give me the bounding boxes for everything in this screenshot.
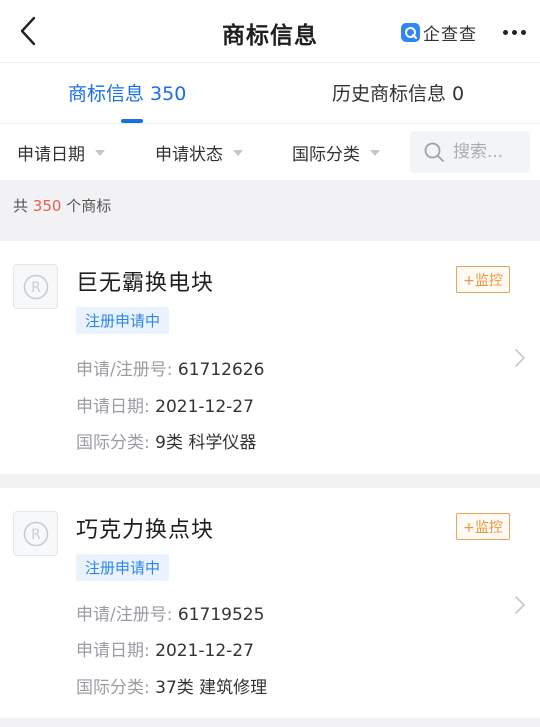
registered-mark-icon: R	[23, 521, 48, 546]
monitor-button[interactable]: +监控	[456, 266, 510, 293]
trademark-card[interactable]: R 巨无霸换电块 +监控 注册申请中 申请/注册号: 61712626 申请日期…	[0, 241, 540, 474]
brand-logo: 企查查	[401, 19, 477, 45]
search-box[interactable]	[410, 131, 530, 173]
intl-class-value: 9类 科学仪器	[155, 433, 257, 453]
trademark-logo: R	[13, 264, 58, 309]
qichacha-logo-icon	[401, 22, 420, 42]
svg-text:R: R	[31, 280, 41, 296]
status-badge: 注册申请中	[76, 307, 170, 334]
apply-date-row: 申请日期: 2021-12-27	[76, 397, 254, 417]
intl-class-row: 国际分类: 37类 建筑修理	[76, 678, 268, 698]
trademark-info-page: 商标信息 企查查 商标信息 350 历史商标信息 0 申请日期 申请状态 国际分…	[0, 0, 540, 727]
more-horizontal-icon	[502, 29, 508, 35]
top-nav-bar: 商标信息 企查查	[0, 0, 540, 62]
apply-date-value: 2021-12-27	[155, 641, 254, 661]
trademark-card[interactable]: R 巧克力换点块 +监控 注册申请中 申请/注册号: 61719525 申请日期…	[0, 488, 540, 718]
status-badge: 注册申请中	[76, 554, 170, 581]
trademark-name: 巧克力换点块	[76, 518, 215, 543]
reg-no-row: 申请/注册号: 61712626	[76, 360, 265, 380]
search-input[interactable]	[453, 142, 525, 162]
tab-bar: 商标信息 350 历史商标信息 0	[0, 62, 540, 124]
apply-date-value: 2021-12-27	[155, 397, 254, 417]
result-count: 共 350 个商标	[13, 197, 112, 215]
intl-class-value: 37类 建筑修理	[155, 678, 268, 698]
brand-name: 企查查	[423, 24, 477, 45]
chevron-right-icon	[515, 349, 525, 367]
filter-intl-class[interactable]: 国际分类	[292, 140, 380, 165]
apply-date-row: 申请日期: 2021-12-27	[76, 641, 254, 661]
tab-trademark-info[interactable]: 商标信息 350	[68, 79, 186, 106]
chevron-right-icon	[515, 596, 525, 614]
filter-apply-date[interactable]: 申请日期	[17, 140, 105, 165]
caret-down-icon	[95, 149, 105, 156]
trademark-count: 350	[32, 197, 62, 215]
monitor-button[interactable]: +监控	[456, 513, 510, 540]
trademark-logo: R	[13, 511, 58, 556]
trademark-name: 巨无霸换电块	[76, 271, 215, 296]
search-icon	[424, 142, 444, 162]
active-tab-indicator	[121, 119, 143, 123]
reg-no-value: 61719525	[177, 605, 265, 625]
intl-class-row: 国际分类: 9类 科学仪器	[76, 433, 257, 453]
reg-no-row: 申请/注册号: 61719525	[76, 605, 265, 625]
reg-no-value: 61712626	[177, 360, 265, 380]
filter-bar: 申请日期 申请状态 国际分类	[0, 124, 540, 180]
tab-history-trademark-info[interactable]: 历史商标信息 0	[332, 79, 464, 106]
caret-down-icon	[233, 149, 243, 156]
more-options-button[interactable]	[498, 19, 530, 45]
filter-apply-status[interactable]: 申请状态	[155, 140, 243, 165]
caret-down-icon	[370, 149, 380, 156]
svg-text:R: R	[31, 527, 41, 543]
registered-mark-icon: R	[23, 274, 48, 299]
